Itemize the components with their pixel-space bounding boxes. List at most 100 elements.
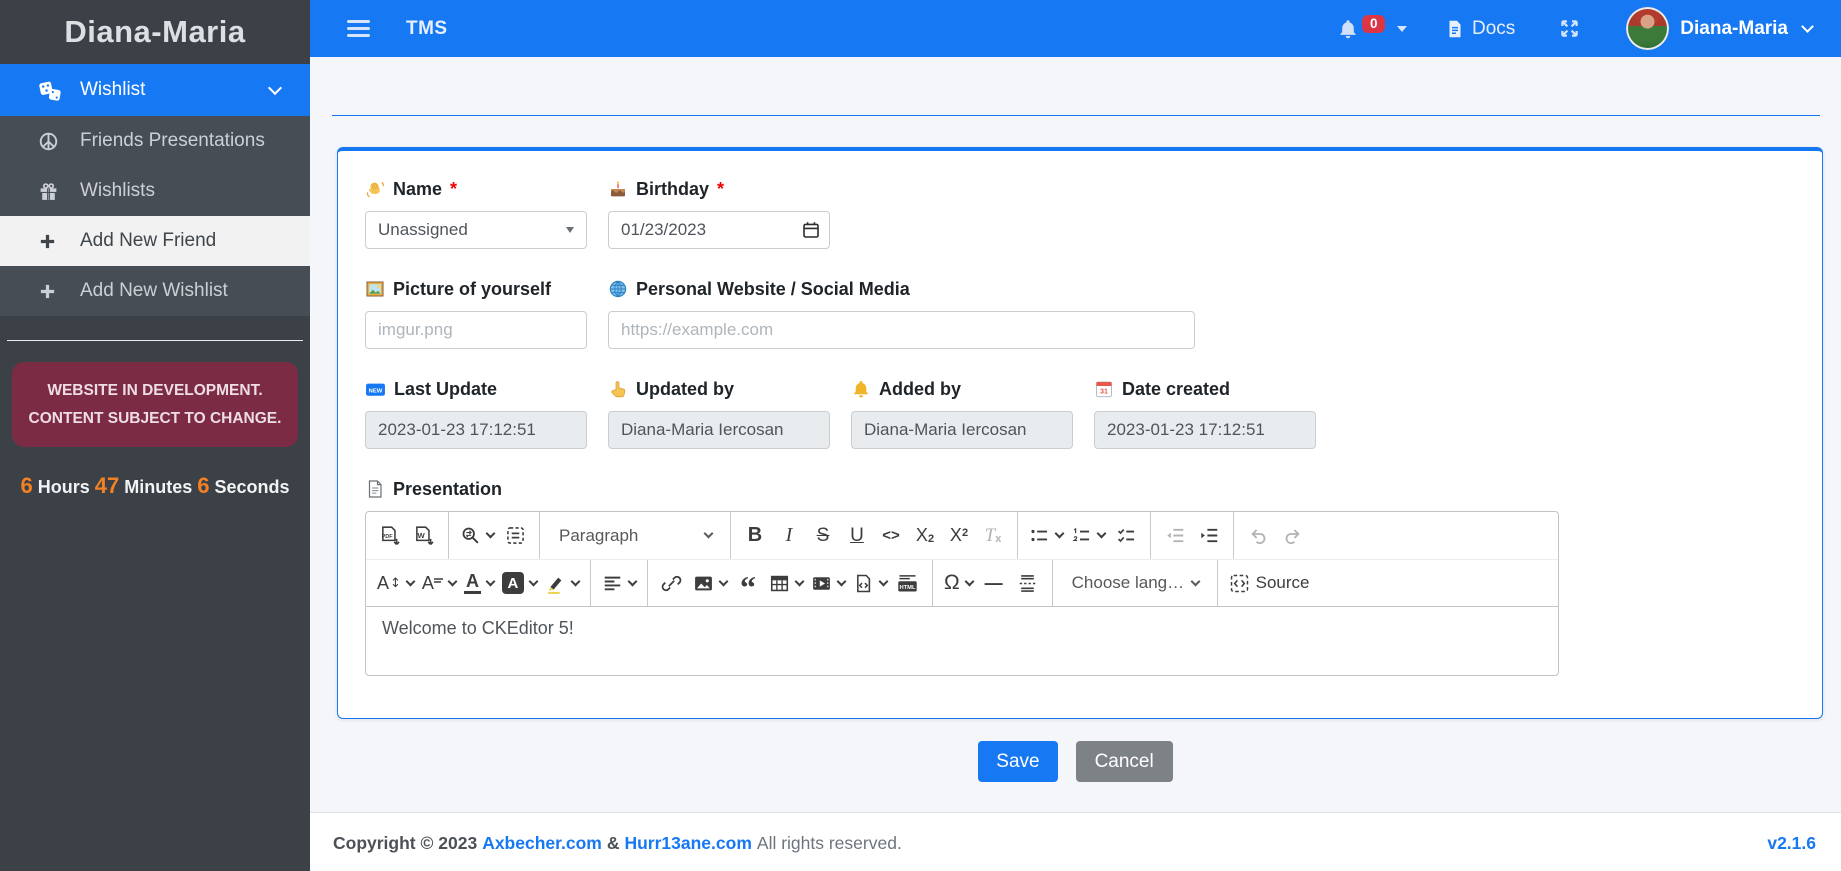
chevron-down-icon bbox=[794, 576, 805, 586]
wave-icon bbox=[365, 179, 385, 199]
toolbar-separator bbox=[730, 512, 731, 559]
countdown-hours-label: Hours bbox=[37, 477, 90, 498]
numbered-list-icon bbox=[1071, 525, 1092, 546]
font-family-button[interactable]: A bbox=[419, 565, 459, 601]
calendar-picker-icon[interactable] bbox=[801, 220, 821, 240]
indent-button[interactable] bbox=[1193, 518, 1225, 554]
align-icon bbox=[602, 573, 623, 594]
website-input[interactable] bbox=[608, 311, 1195, 349]
date-created-field: 31 Date created bbox=[1094, 377, 1316, 449]
link-button[interactable] bbox=[656, 565, 688, 601]
numbered-list-button[interactable] bbox=[1068, 518, 1108, 554]
updown-arrow-icon: ↕ bbox=[390, 575, 401, 591]
date-created-label: 31 Date created bbox=[1094, 377, 1316, 401]
chevron-down-icon bbox=[964, 576, 975, 586]
undo-button[interactable] bbox=[1242, 518, 1274, 554]
hurr13ane-link[interactable]: Hurr13ane.com bbox=[624, 833, 751, 854]
sidebar-item-add-new-friend[interactable]: Add New Friend bbox=[0, 216, 310, 266]
bulleted-list-button[interactable] bbox=[1026, 518, 1066, 554]
export-pdf-icon: PDF bbox=[382, 525, 400, 545]
chevron-down-icon bbox=[447, 576, 458, 586]
media-icon bbox=[811, 573, 832, 594]
countdown-minutes: 47 bbox=[94, 473, 120, 499]
italic-button[interactable]: I bbox=[773, 518, 805, 554]
editor-toolbar: PDF W Paragraph B I S U <> X 2 X 2 T x A… bbox=[366, 512, 1558, 607]
hamburger-menu-icon[interactable] bbox=[347, 16, 370, 40]
cancel-button[interactable]: Cancel bbox=[1075, 741, 1173, 782]
notification-count-badge: 0 bbox=[1362, 14, 1385, 33]
dice-icon bbox=[38, 79, 64, 101]
strikethrough-button[interactable]: S bbox=[807, 518, 839, 554]
ampersand: & bbox=[606, 832, 620, 853]
sidebar-item-wishlists[interactable]: Wishlists bbox=[0, 166, 310, 216]
chevron-down-icon bbox=[878, 576, 889, 586]
select-all-button[interactable] bbox=[499, 518, 531, 554]
export-word-button[interactable]: W bbox=[408, 518, 440, 554]
choose-language-dropdown[interactable]: Choose lang… bbox=[1060, 564, 1210, 602]
editor-paragraph[interactable]: Welcome to CKEditor 5! bbox=[382, 618, 1542, 639]
underline-button[interactable]: U bbox=[841, 518, 873, 554]
countdown-hours: 6 bbox=[20, 473, 33, 499]
horizontal-line-button[interactable]: — bbox=[978, 565, 1010, 601]
select-all-icon bbox=[505, 525, 526, 546]
insert-table-button[interactable] bbox=[766, 565, 806, 601]
birthday-field: Birthday * bbox=[608, 177, 830, 249]
notice-line: WEBSITE IN DEVELOPMENT. bbox=[47, 382, 263, 399]
birthday-date-input[interactable] bbox=[608, 211, 830, 249]
font-color-button[interactable]: A bbox=[461, 565, 497, 601]
avatar[interactable] bbox=[1626, 7, 1670, 50]
outdent-icon bbox=[1165, 525, 1186, 546]
chevron-down-icon[interactable] bbox=[1801, 20, 1814, 33]
code-block-icon bbox=[853, 573, 874, 594]
user-menu[interactable]: Diana-Maria bbox=[1680, 18, 1788, 40]
chevron-down-icon bbox=[267, 80, 283, 95]
text-alignment-button[interactable] bbox=[599, 565, 639, 601]
link-icon bbox=[661, 573, 682, 594]
html-embed-button[interactable]: HTML bbox=[892, 565, 924, 601]
highlight-button[interactable] bbox=[542, 565, 582, 601]
save-button[interactable]: Save bbox=[978, 741, 1058, 782]
sidebar-brand[interactable]: Diana-Maria bbox=[0, 0, 310, 64]
subscript-button[interactable]: X2 bbox=[909, 518, 941, 554]
docs-link[interactable]: Docs bbox=[1445, 18, 1515, 40]
birthday-label: Birthday * bbox=[608, 177, 830, 201]
svg-text:PDF: PDF bbox=[382, 533, 394, 539]
insert-image-button[interactable] bbox=[690, 565, 730, 601]
cake-icon bbox=[608, 179, 628, 199]
font-background-button[interactable]: A bbox=[499, 565, 540, 601]
page-break-icon bbox=[1017, 573, 1038, 594]
insert-media-button[interactable] bbox=[808, 565, 848, 601]
code-block-button[interactable] bbox=[850, 565, 890, 601]
remove-format-button[interactable]: Tx bbox=[977, 518, 1009, 554]
editor-content[interactable]: Welcome to CKEditor 5! bbox=[366, 607, 1558, 675]
outdent-button[interactable] bbox=[1159, 518, 1191, 554]
birthday-value[interactable] bbox=[608, 211, 830, 249]
bold-button[interactable]: B bbox=[739, 518, 771, 554]
paragraph-dropdown[interactable]: Paragraph bbox=[547, 517, 723, 555]
sidebar-item-add-new-wishlist[interactable]: Add New Wishlist bbox=[0, 266, 310, 316]
block-quote-button[interactable]: “ bbox=[732, 565, 764, 601]
sidebar-item-friends-presentations[interactable]: Friends Presentations bbox=[0, 116, 310, 166]
name-select-value[interactable] bbox=[365, 211, 587, 249]
source-button[interactable]: Source bbox=[1226, 565, 1313, 601]
axbecher-link[interactable]: Axbecher.com bbox=[482, 833, 602, 854]
special-characters-button[interactable]: Ω bbox=[941, 565, 976, 601]
fullscreen-button[interactable] bbox=[1559, 18, 1580, 39]
date-created-value bbox=[1094, 411, 1316, 449]
font-size-button[interactable]: A ↕ bbox=[374, 565, 417, 601]
find-replace-button[interactable] bbox=[457, 518, 497, 554]
redo-button[interactable] bbox=[1276, 518, 1308, 554]
todo-list-button[interactable] bbox=[1110, 518, 1142, 554]
chevron-down-icon bbox=[1054, 528, 1065, 539]
page-icon bbox=[365, 479, 385, 499]
code-button[interactable]: <> bbox=[875, 518, 907, 554]
find-replace-icon bbox=[460, 525, 481, 546]
sidebar-item-wishlist[interactable]: Wishlist bbox=[0, 64, 310, 116]
point-up-icon bbox=[608, 379, 628, 399]
notifications-dropdown[interactable]: 0 bbox=[1337, 14, 1407, 40]
name-select[interactable] bbox=[365, 211, 587, 249]
page-break-button[interactable] bbox=[1012, 565, 1044, 601]
picture-input[interactable] bbox=[365, 311, 587, 349]
superscript-button[interactable]: X2 bbox=[943, 518, 975, 554]
export-pdf-button[interactable]: PDF bbox=[374, 518, 406, 554]
